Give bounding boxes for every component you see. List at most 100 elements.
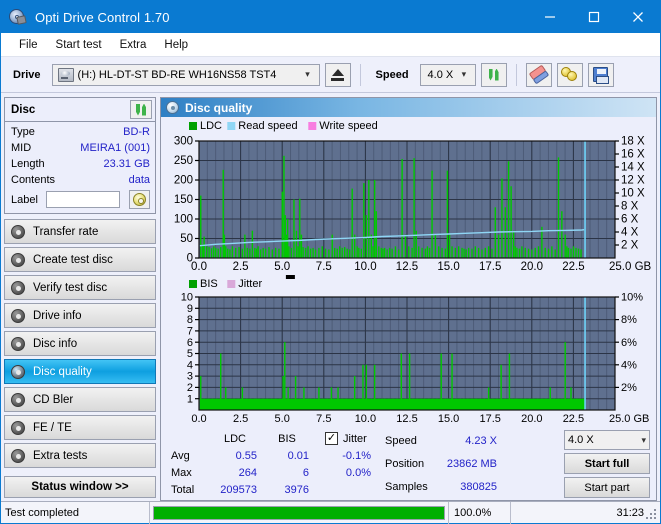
svg-text:12.5: 12.5 xyxy=(396,261,418,273)
eject-button[interactable] xyxy=(324,62,351,87)
disc-test-icon xyxy=(11,280,25,295)
position-stat-label: Position xyxy=(385,457,425,470)
svg-text:2.5: 2.5 xyxy=(233,261,249,273)
speed-label: Speed xyxy=(375,68,409,81)
toolbar-divider-1 xyxy=(359,63,361,86)
floppy-save-icon xyxy=(593,67,610,84)
stats-total-ldc: 209573 xyxy=(220,483,257,496)
chevron-down-icon: ▾ xyxy=(461,69,467,79)
svg-text:50: 50 xyxy=(180,233,193,245)
minimize-icon[interactable] xyxy=(528,1,572,33)
resize-grip[interactable] xyxy=(646,509,658,521)
save-button[interactable] xyxy=(587,62,614,87)
svg-text:300: 300 xyxy=(174,136,193,148)
position-stat-value: 23862 MB xyxy=(446,457,497,470)
bitsetting-button[interactable] xyxy=(556,62,583,87)
erase-button[interactable] xyxy=(525,62,552,87)
svg-text:BIS: BIS xyxy=(200,278,218,290)
disc-row-contents-key: Contents xyxy=(11,174,56,186)
start-part-button[interactable]: Start part xyxy=(564,477,650,498)
sidebar-item-disc-quality[interactable]: Disc quality xyxy=(4,359,156,384)
disc-label-apply-button[interactable] xyxy=(128,190,150,209)
menu-extra[interactable]: Extra xyxy=(111,37,156,53)
svg-text:6%: 6% xyxy=(621,337,637,349)
close-icon[interactable] xyxy=(616,1,660,33)
bis-chart-svg: BIS Jitter 12345678910 2% 4% 6% 8% 10% 0.0 2.5 5.0… xyxy=(181,275,649,425)
svg-text:4: 4 xyxy=(187,359,193,371)
stats-avg-bis: 0.01 xyxy=(287,449,309,462)
disc-row-length-key: Length xyxy=(11,158,45,170)
jitter-checkbox-row[interactable]: ✓ Jitter xyxy=(325,432,371,445)
disc-test-icon xyxy=(11,448,25,463)
samples-stat-label: Samples xyxy=(385,480,428,493)
speed-select-value: 4.0 X xyxy=(427,68,454,81)
app-window: Opti Drive Control 1.70 File Start test … xyxy=(0,0,661,524)
disc-test-icon xyxy=(11,252,25,267)
test-speed-select[interactable]: 4.0 X ▾ xyxy=(564,430,650,450)
disc-quality-panel: Disc quality LDC Read speed Write speed 0 50… xyxy=(160,97,657,501)
sidebar-item-transfer-rate[interactable]: Transfer rate xyxy=(4,219,156,244)
menu-file[interactable]: File xyxy=(10,37,47,53)
sidebar-item-label: CD Bler xyxy=(33,393,74,406)
svg-text:4 X: 4 X xyxy=(621,227,639,239)
svg-text:250: 250 xyxy=(174,155,193,167)
svg-text:3: 3 xyxy=(187,371,193,383)
svg-text:0.0: 0.0 xyxy=(191,413,206,425)
svg-text:10: 10 xyxy=(181,292,193,304)
sidebar-item-cd-bler[interactable]: CD Bler xyxy=(4,387,156,412)
elapsed-time: 31:23 xyxy=(510,501,660,524)
speed-select[interactable]: 4.0 X ▾ xyxy=(419,63,476,86)
status-window-button[interactable]: Status window >> xyxy=(4,476,156,498)
svg-text:2: 2 xyxy=(187,382,193,394)
toolbar-divider-2 xyxy=(515,63,517,86)
charts-container: LDC Read speed Write speed 0 50 100 150 200 250 3… xyxy=(161,117,656,427)
start-full-button[interactable]: Start full xyxy=(564,453,650,474)
sidebar-item-label: Disc quality xyxy=(33,365,92,378)
svg-text:10 X: 10 X xyxy=(621,188,645,200)
stats-row-total-label: Total xyxy=(171,483,195,496)
window-title: Opti Drive Control 1.70 xyxy=(35,9,170,25)
main-body: Disc Type BD-R MID MEIRA1 (001) Length 2… xyxy=(1,93,660,501)
drive-select[interactable]: (H:) HL-DT-ST BD-RE WH16NS58 TST4 ▾ xyxy=(51,63,320,86)
svg-text:17.5: 17.5 xyxy=(479,261,501,273)
status-message: Test completed xyxy=(5,506,79,519)
svg-text:5: 5 xyxy=(187,348,193,360)
disc-row-mid-value: MEIRA1 (001) xyxy=(80,142,150,154)
bis-chart[interactable]: BIS Jitter 1 2 3 4 5 6 7 8 9 10 2% 4% 6% 8% 10% 0.0 2.5 5.0… xyxy=(161,275,656,427)
sidebar-item-fe-te[interactable]: FE / TE xyxy=(4,415,156,440)
disc-row-contents: Contents data xyxy=(11,172,150,188)
menu-start-test[interactable]: Start test xyxy=(47,37,111,53)
stats-avg-ldc: 0.55 xyxy=(235,449,257,462)
svg-text:8%: 8% xyxy=(621,314,637,326)
svg-text:100: 100 xyxy=(174,214,193,226)
sidebar-item-create-test-disc[interactable]: Create test disc xyxy=(4,247,156,272)
ldc-chart[interactable]: LDC Read speed Write speed 0 50 100 150 200 250 3… xyxy=(161,117,656,275)
disc-row-type-value: BD-R xyxy=(123,126,150,138)
svg-text:25.0 GB: 25.0 GB xyxy=(609,413,649,425)
maximize-icon[interactable] xyxy=(572,1,616,33)
progress-bar xyxy=(153,505,445,520)
svg-text:9: 9 xyxy=(187,303,193,315)
svg-text:7.5: 7.5 xyxy=(316,261,332,273)
disc-quality-icon xyxy=(166,101,179,114)
sidebar-item-disc-info[interactable]: Disc info xyxy=(4,331,156,356)
stats-max-bis: 6 xyxy=(302,466,309,479)
progress-percent: 100.0% xyxy=(448,501,510,524)
disc-label-input[interactable] xyxy=(46,191,121,208)
coins-icon xyxy=(561,67,578,82)
disc-test-icon xyxy=(11,308,25,323)
disc-row-contents-value: data xyxy=(128,174,150,186)
refresh-button[interactable] xyxy=(480,62,507,87)
menu-help[interactable]: Help xyxy=(155,37,197,53)
disc-refresh-button[interactable] xyxy=(130,100,152,119)
sidebar-item-drive-info[interactable]: Drive info xyxy=(4,303,156,328)
svg-text:17.5: 17.5 xyxy=(479,413,500,425)
jitter-checkbox[interactable]: ✓ xyxy=(325,432,338,445)
disc-test-icon xyxy=(11,224,25,239)
svg-text:22.5: 22.5 xyxy=(563,413,584,425)
page-title: Disc quality xyxy=(185,100,253,115)
sidebar-item-extra-tests[interactable]: Extra tests xyxy=(4,443,156,468)
svg-text:18 X: 18 X xyxy=(621,136,645,148)
sidebar-item-verify-test-disc[interactable]: Verify test disc xyxy=(4,275,156,300)
